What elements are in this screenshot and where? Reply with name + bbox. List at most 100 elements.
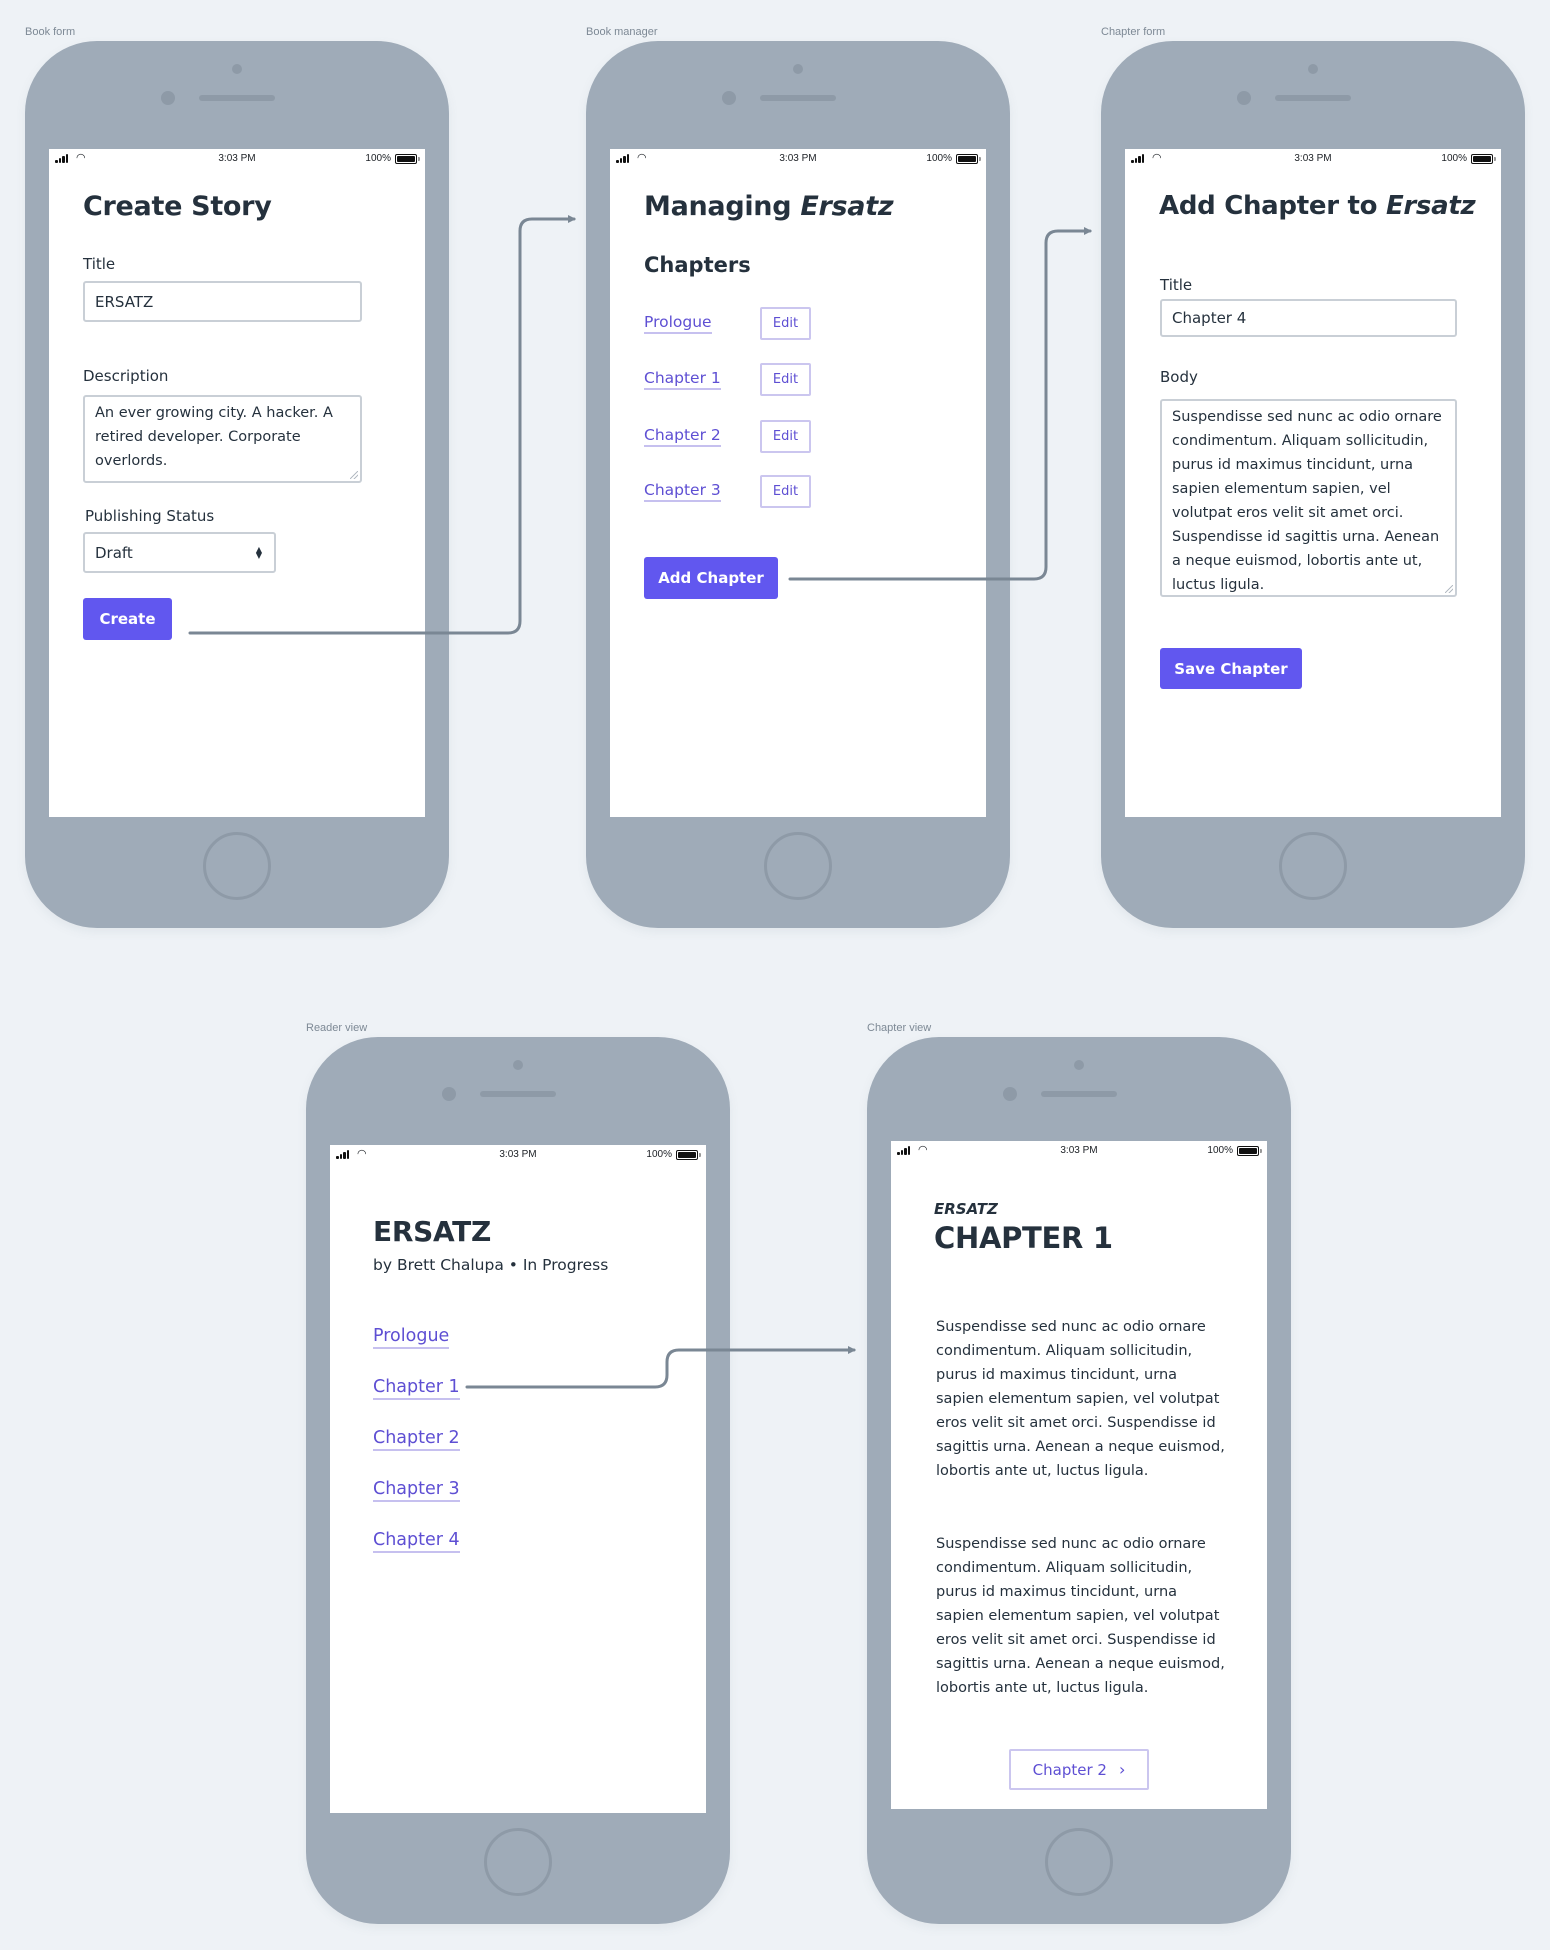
phone-chapter-form: ◠ 3:03 PM 100% Add Chapter to Ersatz Tit… <box>1101 41 1525 928</box>
battery-percent: 100% <box>926 153 952 164</box>
title-label: Title <box>83 255 116 273</box>
frame-label-chapter-form: Chapter form <box>1101 26 1166 38</box>
book-byline: by Brett Chalupa • In Progress <box>373 1256 609 1274</box>
battery-percent: 100% <box>646 1149 672 1160</box>
battery-icon <box>395 154 417 164</box>
body-textarea[interactable]: Suspendisse sed nunc ac odio ornare cond… <box>1160 399 1457 597</box>
page-title: Managing Ersatz <box>644 191 894 222</box>
page-title-prefix: Managing <box>644 191 801 222</box>
book-title: ERSATZ <box>373 1215 491 1248</box>
body-value: Suspendisse sed nunc ac odio ornare cond… <box>1172 409 1442 593</box>
screen-chapter-form: ◠ 3:03 PM 100% Add Chapter to Ersatz Tit… <box>1125 149 1501 817</box>
frame-label-reader-view: Reader view <box>306 1022 368 1034</box>
page-title-book: Ersatz <box>800 191 894 222</box>
publishing-status-select[interactable]: Draft ▲ ▼ <box>83 532 276 573</box>
speaker-icon <box>480 1091 556 1097</box>
resize-grip-icon[interactable] <box>1445 585 1453 593</box>
chapter-link-chapter-2[interactable]: Chapter 2 <box>644 426 721 447</box>
status-bar: ◠ 3:03 PM 100% <box>1125 149 1501 169</box>
speaker-icon <box>760 95 836 101</box>
description-textarea[interactable]: An ever growing city. A hacker. A retire… <box>83 395 362 483</box>
screen-chapter-view: ◠ 3:03 PM 100% ERSATZ CHAPTER 1 Suspendi… <box>891 1141 1267 1809</box>
battery-percent: 100% <box>365 153 391 164</box>
page-title: Create Story <box>83 191 272 222</box>
chapter-link-prologue[interactable]: Prologue <box>644 313 712 334</box>
phone-book-form: ◠ 3:03 PM 100% Create Story Title ERSATZ… <box>25 41 449 928</box>
home-button[interactable] <box>1045 1828 1113 1896</box>
reader-link-prologue[interactable]: Prologue <box>373 1325 450 1349</box>
page-title-book: Ersatz <box>1385 191 1476 221</box>
status-bar: ◠ 3:03 PM 100% <box>891 1141 1267 1161</box>
camera-icon <box>232 64 242 74</box>
save-chapter-button[interactable]: Save Chapter <box>1160 648 1302 689</box>
frame-label-chapter-view: Chapter view <box>867 1022 932 1034</box>
chapter-title: CHAPTER 1 <box>934 1221 1113 1255</box>
chapter-title-value: Chapter 4 <box>1172 309 1247 327</box>
reader-link-chapter-1[interactable]: Chapter 1 <box>373 1376 460 1400</box>
screen-book-manager: ◠ 3:03 PM 100% Managing Ersatz Chapters … <box>610 149 986 817</box>
publishing-status-label: Publishing Status <box>85 507 215 525</box>
chapter-title-input[interactable]: Chapter 4 <box>1160 299 1457 337</box>
camera-icon <box>1074 1060 1084 1070</box>
create-button[interactable]: Create <box>83 598 172 640</box>
status-bar: ◠ 3:03 PM 100% <box>610 149 986 169</box>
chapter-link-chapter-1[interactable]: Chapter 1 <box>644 369 721 390</box>
reader-link-chapter-3[interactable]: Chapter 3 <box>373 1478 460 1502</box>
sensor-icon <box>1237 91 1251 105</box>
battery-percent: 100% <box>1441 153 1467 164</box>
description-label: Description <box>83 367 169 385</box>
phone-chapter-view: ◠ 3:03 PM 100% ERSATZ CHAPTER 1 Suspendi… <box>867 1037 1291 1924</box>
title-input[interactable]: ERSATZ <box>83 281 362 322</box>
publishing-status-value: Draft <box>95 543 133 562</box>
edit-button-chapter-2[interactable]: Edit <box>760 420 811 453</box>
resize-grip-icon[interactable] <box>350 471 358 479</box>
next-chapter-label: Chapter 2 <box>1032 1760 1107 1779</box>
camera-icon <box>1308 64 1318 74</box>
page-title: Add Chapter to Ersatz <box>1159 191 1476 221</box>
select-arrows-icon: ▲ ▼ <box>255 544 262 560</box>
frame-label-book-manager: Book manager <box>586 26 658 38</box>
battery-icon <box>956 154 978 164</box>
reader-link-chapter-4[interactable]: Chapter 4 <box>373 1529 460 1553</box>
home-button[interactable] <box>1279 832 1347 900</box>
screen-reader-view: ◠ 3:03 PM 100% ERSATZ by Brett Chalupa •… <box>330 1145 706 1813</box>
chapters-heading: Chapters <box>644 253 751 277</box>
status-bar: ◠ 3:03 PM 100% <box>49 149 425 169</box>
chapter-link-chapter-3[interactable]: Chapter 3 <box>644 481 721 502</box>
home-button[interactable] <box>484 1828 552 1896</box>
edit-button-chapter-1[interactable]: Edit <box>760 363 811 396</box>
add-chapter-button[interactable]: Add Chapter <box>644 557 778 599</box>
chapter-paragraph: Suspendisse sed nunc ac odio ornare cond… <box>936 1319 1225 1479</box>
camera-icon <box>793 64 803 74</box>
chapter-book-title: ERSATZ <box>934 1200 998 1218</box>
home-button[interactable] <box>764 832 832 900</box>
reader-link-chapter-2[interactable]: Chapter 2 <box>373 1427 460 1451</box>
edit-button-prologue[interactable]: Edit <box>760 307 811 340</box>
phone-reader-view: ◠ 3:03 PM 100% ERSATZ by Brett Chalupa •… <box>306 1037 730 1924</box>
battery-icon <box>1471 154 1493 164</box>
sensor-icon <box>442 1087 456 1101</box>
sensor-icon <box>722 91 736 105</box>
title-input-value: ERSATZ <box>95 292 154 311</box>
home-button[interactable] <box>203 832 271 900</box>
body-label: Body <box>1160 368 1198 386</box>
speaker-icon <box>1041 1091 1117 1097</box>
next-chapter-button[interactable]: Chapter 2 › <box>1009 1749 1149 1790</box>
sensor-icon <box>161 91 175 105</box>
speaker-icon <box>1275 95 1351 101</box>
speaker-icon <box>199 95 275 101</box>
description-value: An ever growing city. A hacker. A retire… <box>95 405 333 469</box>
battery-icon <box>1237 1146 1259 1156</box>
frame-label-book-form: Book form <box>25 26 76 38</box>
edit-button-chapter-3[interactable]: Edit <box>760 475 811 508</box>
camera-icon <box>513 1060 523 1070</box>
chevron-right-icon: › <box>1118 1760 1126 1779</box>
status-bar: ◠ 3:03 PM 100% <box>330 1145 706 1165</box>
battery-icon <box>676 1150 698 1160</box>
battery-percent: 100% <box>1207 1145 1233 1156</box>
sensor-icon <box>1003 1087 1017 1101</box>
chapter-paragraph: Suspendisse sed nunc ac odio ornare cond… <box>936 1536 1225 1696</box>
phone-book-manager: ◠ 3:03 PM 100% Managing Ersatz Chapters … <box>586 41 1010 928</box>
screen-book-form: ◠ 3:03 PM 100% Create Story Title ERSATZ… <box>49 149 425 817</box>
chapter-title-label: Title <box>1160 276 1193 294</box>
